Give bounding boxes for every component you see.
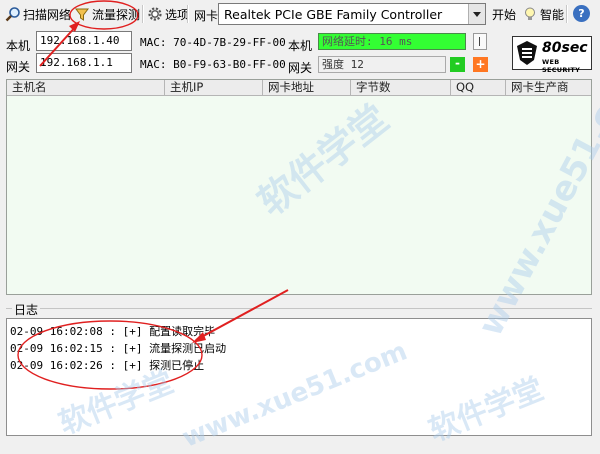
annotation-arrowhead <box>192 332 206 343</box>
annotation-overlay <box>17 0 289 390</box>
annotation-ellipse <box>69 0 139 30</box>
annotation-ellipse <box>17 320 203 390</box>
annotation-arrow <box>39 23 79 67</box>
annotation-arrow <box>195 289 289 341</box>
